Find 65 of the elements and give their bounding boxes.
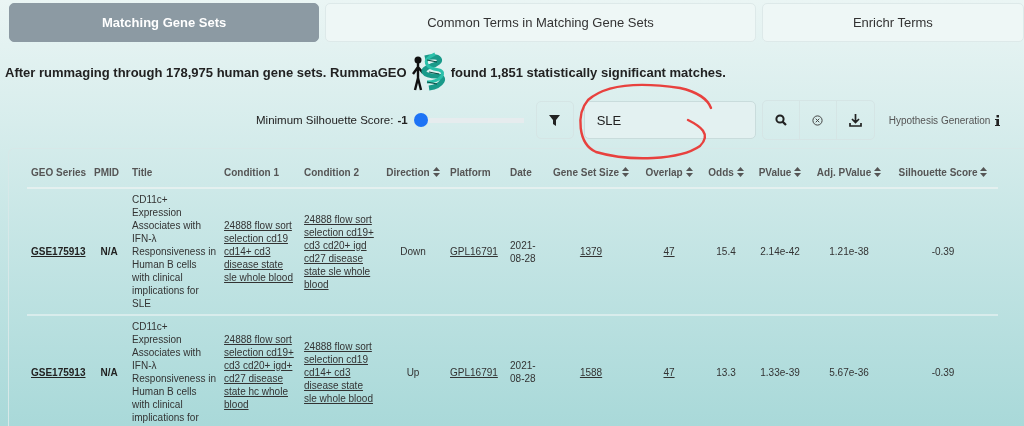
table-link[interactable]: 47 xyxy=(640,245,699,258)
column-header[interactable]: Direction xyxy=(386,166,440,178)
column-header: Condition 1 xyxy=(224,166,280,178)
filter-icon xyxy=(549,114,561,126)
sort-icon[interactable] xyxy=(874,167,882,177)
summary-text: After rummaging through 178,975 human gene sets. RummaGEO xyxy=(5,64,407,80)
table-link[interactable]: 24888 flow sort selection cd19 cd14+ cd3 disease state sle whole blood xyxy=(304,339,377,405)
column-header[interactable]: PValue xyxy=(758,166,802,178)
sort-icon[interactable] xyxy=(685,167,693,177)
table-cell: Down xyxy=(400,246,426,257)
sort-icon[interactable] xyxy=(736,167,744,177)
table-link[interactable]: 24888 flow sort selection cd19+ cd3 cd20+ igd cd27 disease state sle whole blood xyxy=(304,212,377,291)
column-header[interactable]: Silhouette Score xyxy=(898,166,988,178)
slider-label: Minimum Silhouette Score: xyxy=(256,114,394,126)
column-header: Title xyxy=(132,166,153,178)
table-cell: 2021-08-28 xyxy=(510,239,536,264)
table-cell: 15.4 xyxy=(716,246,736,257)
summary-text: found 1,851 statistically significant matches. xyxy=(450,64,726,80)
column-header: Date xyxy=(510,166,532,178)
table-cell: N/A xyxy=(100,366,118,378)
column-header[interactable]: Odds xyxy=(708,166,744,178)
tab[interactable]: Common Terms in Matching Gene Sets xyxy=(325,3,756,42)
search-icon xyxy=(774,114,787,126)
table-cell: -0.39 xyxy=(931,366,955,378)
table-link[interactable]: 47 xyxy=(640,365,699,379)
slider-thumb[interactable] xyxy=(413,113,428,127)
sort-icon[interactable] xyxy=(980,167,988,177)
table-cell: Up xyxy=(406,366,420,378)
column-header: Platform xyxy=(450,166,491,178)
column-header[interactable]: Gene Set Size xyxy=(552,166,630,178)
column-header[interactable]: Overlap xyxy=(645,166,693,178)
sort-icon[interactable] xyxy=(622,167,630,177)
column-header: GEO Series xyxy=(31,166,87,178)
column-header: Condition 2 xyxy=(304,166,360,178)
table-link[interactable]: GPL16791 xyxy=(450,365,503,379)
table-cell: 1.21e-38 xyxy=(829,246,869,257)
hypothesis-link[interactable]: Hypothesis Generation xyxy=(888,114,991,126)
column-header: PMID xyxy=(94,166,120,178)
info-icon[interactable] xyxy=(995,114,1001,126)
table-link[interactable]: 1588 xyxy=(550,365,633,379)
table-link[interactable]: 1379 xyxy=(550,245,633,258)
download-icon xyxy=(848,113,862,127)
series-link[interactable]: GSE175913 xyxy=(31,365,87,379)
table-cell: CD11c+ Expression Associates with IFN-λ Responsiveness in Human B cells with clinical implications for SLE xyxy=(132,194,216,309)
slider-value: -1 xyxy=(397,114,408,126)
sort-icon[interactable] xyxy=(432,167,440,177)
sort-icon[interactable] xyxy=(794,167,802,177)
table-cell: N/A xyxy=(100,246,118,257)
table-cell: 2021-08-28 xyxy=(510,360,536,384)
table-cell: 13.3 xyxy=(716,366,736,378)
logo-drawing xyxy=(410,52,447,92)
table-cell: 5.67e-36 xyxy=(829,366,869,378)
table-cell: 1.33e-39 xyxy=(760,366,800,378)
filter-button[interactable] xyxy=(535,101,574,139)
tab[interactable]: Enrichr Terms xyxy=(761,3,1024,42)
table-cell: 2.14e-42 xyxy=(760,246,800,257)
column-header[interactable]: Adj. PValue xyxy=(816,166,882,178)
series-link[interactable]: GSE175913 xyxy=(31,245,87,258)
close-icon xyxy=(812,114,824,126)
table-link[interactable]: 24888 flow sort selection cd19+ cd3 cd20+ igd+ cd27 disease state hc whole blood xyxy=(224,333,297,411)
table-cell: -0.39 xyxy=(931,246,955,257)
table-link[interactable]: 24888 flow sort selection cd19 cd14+ cd3 disease state sle whole blood xyxy=(224,219,297,284)
search-field[interactable]: SLE xyxy=(583,101,756,139)
table-link[interactable]: GPL16791 xyxy=(450,245,503,258)
table-cell: CD11c+ Expression Associates with IFN-λ Responsiveness in Human B cells with clinical implications for xyxy=(132,321,216,423)
